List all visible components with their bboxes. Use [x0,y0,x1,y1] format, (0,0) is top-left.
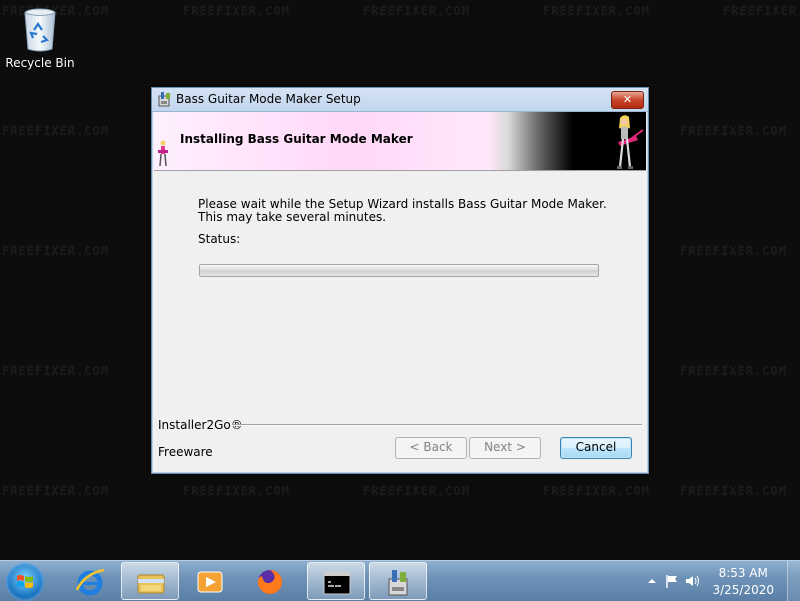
firefox-icon [257,570,282,594]
watermark-text: FREEFIXER.COM [2,484,109,498]
small-guitarist-icon [158,140,168,167]
window-titlebar[interactable]: Bass Guitar Mode Maker Setup ✕ [152,88,648,112]
watermark-text: FREEFIXER.COM [363,484,470,498]
setup-window: Bass Guitar Mode Maker Setup ✕ Installin… [151,87,649,474]
watermark-text: FREEFIXER.COM [680,484,787,498]
close-icon: ✕ [622,93,633,106]
close-button[interactable]: ✕ [611,91,644,109]
command-prompt-icon [323,571,351,595]
install-progress-bar [199,264,599,277]
banner-heading: Installing Bass Guitar Mode Maker [180,132,413,146]
taskbar-media-player[interactable] [181,562,239,600]
watermark-text: FREEFIXER.COM [2,364,109,378]
guitarist-icon [617,115,644,169]
internet-explorer-icon [75,568,105,596]
taskbar-command-prompt[interactable] [307,562,365,600]
watermark-text: FREEFIXER.COM [723,4,800,18]
system-tray: 8:53 AM 3/25/2020 [640,561,800,601]
clock-date: 3/25/2020 [712,583,774,597]
installer-banner: Installing Bass Guitar Mode Maker [154,112,646,171]
taskbar-setup-installer[interactable] [369,562,427,600]
windows-logo-icon [17,575,33,588]
action-center-flag-icon[interactable] [664,573,680,589]
taskbar-file-explorer[interactable] [121,562,179,600]
taskbar-clock[interactable]: 8:53 AM 3/25/2020 [712,565,774,599]
watermark-text: FREEFIXER.COM [183,484,290,498]
installer-icon [388,570,408,596]
taskbar-internet-explorer[interactable] [61,562,119,600]
desktop-icon-recycle-bin[interactable]: Recycle Bin [4,8,76,70]
footer-divider [232,424,642,426]
watermark-text: FREEFIXER.COM [543,484,650,498]
status-label: Status: [198,232,241,246]
show-hidden-icons-icon[interactable] [644,573,660,589]
window-title: Bass Guitar Mode Maker Setup [176,92,361,106]
taskbar-firefox[interactable] [241,562,299,600]
installer-brand-label: Installer2Go® [158,418,243,432]
watermark-text: FREEFIXER.COM [363,4,470,18]
taskbar: 8:53 AM 3/25/2020 [0,560,800,601]
watermark-text: FREEFIXER.COM [2,244,109,258]
media-player-icon [197,571,223,593]
watermark-text: FREEFIXER.COM [2,124,109,138]
install-message: Please wait while the Setup Wizard insta… [198,197,607,224]
watermark-text: FREEFIXER.COM [183,4,290,18]
cancel-button[interactable]: Cancel [560,437,632,459]
volume-icon[interactable] [684,573,700,589]
watermark-text: FREEFIXER.COM [680,124,787,138]
folder-icon [137,574,165,594]
freeware-label: Freeware [158,445,213,459]
recycle-bin-label: Recycle Bin [5,56,75,70]
watermark-text: FREEFIXER.COM [680,364,787,378]
clock-time: 8:53 AM [718,566,768,580]
next-button[interactable]: Next > [469,437,541,459]
start-button[interactable] [6,563,44,601]
recycle-bin-icon [23,8,57,52]
show-desktop-button[interactable] [787,561,800,601]
back-button[interactable]: < Back [395,437,467,459]
watermark-text: FREEFIXER.COM [543,4,650,18]
watermark-text: FREEFIXER.COM [680,244,787,258]
installer-app-icon [157,91,173,107]
